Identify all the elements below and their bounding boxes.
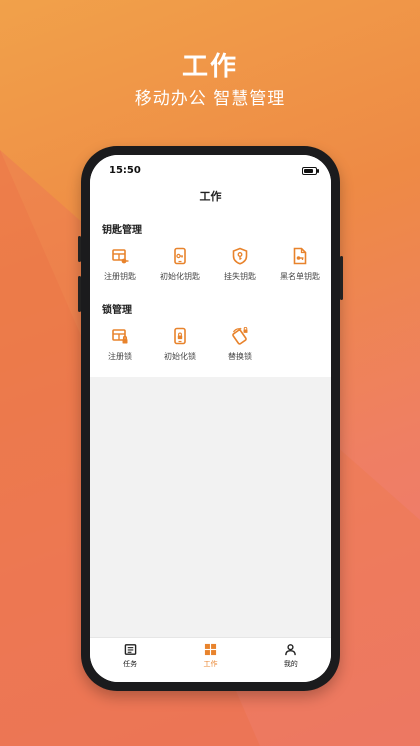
shield-key-icon xyxy=(232,247,248,265)
page-title: 工作 xyxy=(90,183,331,211)
init-lock-label: 初始化锁 xyxy=(164,352,196,361)
bottom-tab-bar: 任务 工作 我的 xyxy=(90,637,331,682)
battery-icon xyxy=(302,167,319,175)
banner-title: 工作 xyxy=(181,52,238,82)
tab-profile-label: 我的 xyxy=(283,660,298,668)
banner-subtitle: 移动办公 智慧管理 xyxy=(134,89,286,109)
register-lock-label: 注册锁 xyxy=(108,352,132,361)
phone-side-button xyxy=(340,256,343,300)
register-key-label: 注册钥匙 xyxy=(104,272,136,281)
person-icon xyxy=(285,644,297,656)
replace-lock-button[interactable]: 替换锁 xyxy=(210,317,270,377)
init-key-button[interactable]: 初始化钥匙 xyxy=(150,237,210,291)
section-title-lock-management: 锁管理 xyxy=(102,305,132,316)
blacklist-key-button[interactable]: 黑名单钥匙 xyxy=(270,237,330,291)
phone-side-button xyxy=(78,236,81,262)
register-lock-icon xyxy=(112,329,128,344)
register-key-button[interactable]: 注册钥匙 xyxy=(90,237,150,291)
register-key-icon xyxy=(112,249,129,264)
section-title-key-management: 钥匙管理 xyxy=(102,225,142,236)
replace-lock-label: 替换锁 xyxy=(228,352,252,361)
tab-tasks-label: 任务 xyxy=(123,660,138,668)
report-lost-key-label: 挂失钥匙 xyxy=(224,272,256,281)
status-bar: 15:50 xyxy=(90,155,331,183)
tab-work[interactable]: 工作 xyxy=(170,638,250,678)
phone-side-button xyxy=(78,276,81,312)
init-lock-button[interactable]: 初始化锁 xyxy=(150,317,210,377)
replace-lock-icon xyxy=(232,327,248,345)
report-lost-key-button[interactable]: 挂失钥匙 xyxy=(210,237,270,291)
phone-frame: 15:50 工作 钥匙管理 注册钥匙 初始化钥匙 挂失钥匙 黑名单钥匙 锁管理 … xyxy=(78,146,343,691)
grid-icon xyxy=(204,643,217,656)
app-screen: 15:50 工作 钥匙管理 注册钥匙 初始化钥匙 挂失钥匙 黑名单钥匙 锁管理 … xyxy=(90,155,331,682)
register-lock-button[interactable]: 注册锁 xyxy=(90,317,150,377)
key-management-section: 钥匙管理 注册钥匙 初始化钥匙 挂失钥匙 黑名单钥匙 锁管理 注册锁 初始化锁 … xyxy=(90,211,331,377)
tab-tasks[interactable]: 任务 xyxy=(90,638,170,678)
phone-lock-icon xyxy=(174,327,186,345)
tab-work-label: 工作 xyxy=(203,660,218,668)
list-icon xyxy=(124,644,136,655)
init-key-label: 初始化钥匙 xyxy=(160,272,200,281)
phone-key-icon xyxy=(174,247,186,265)
blacklist-key-icon xyxy=(293,247,307,265)
blacklist-key-label: 黑名单钥匙 xyxy=(280,272,320,281)
tab-profile[interactable]: 我的 xyxy=(251,638,331,678)
status-time: 15:50 xyxy=(109,165,141,176)
